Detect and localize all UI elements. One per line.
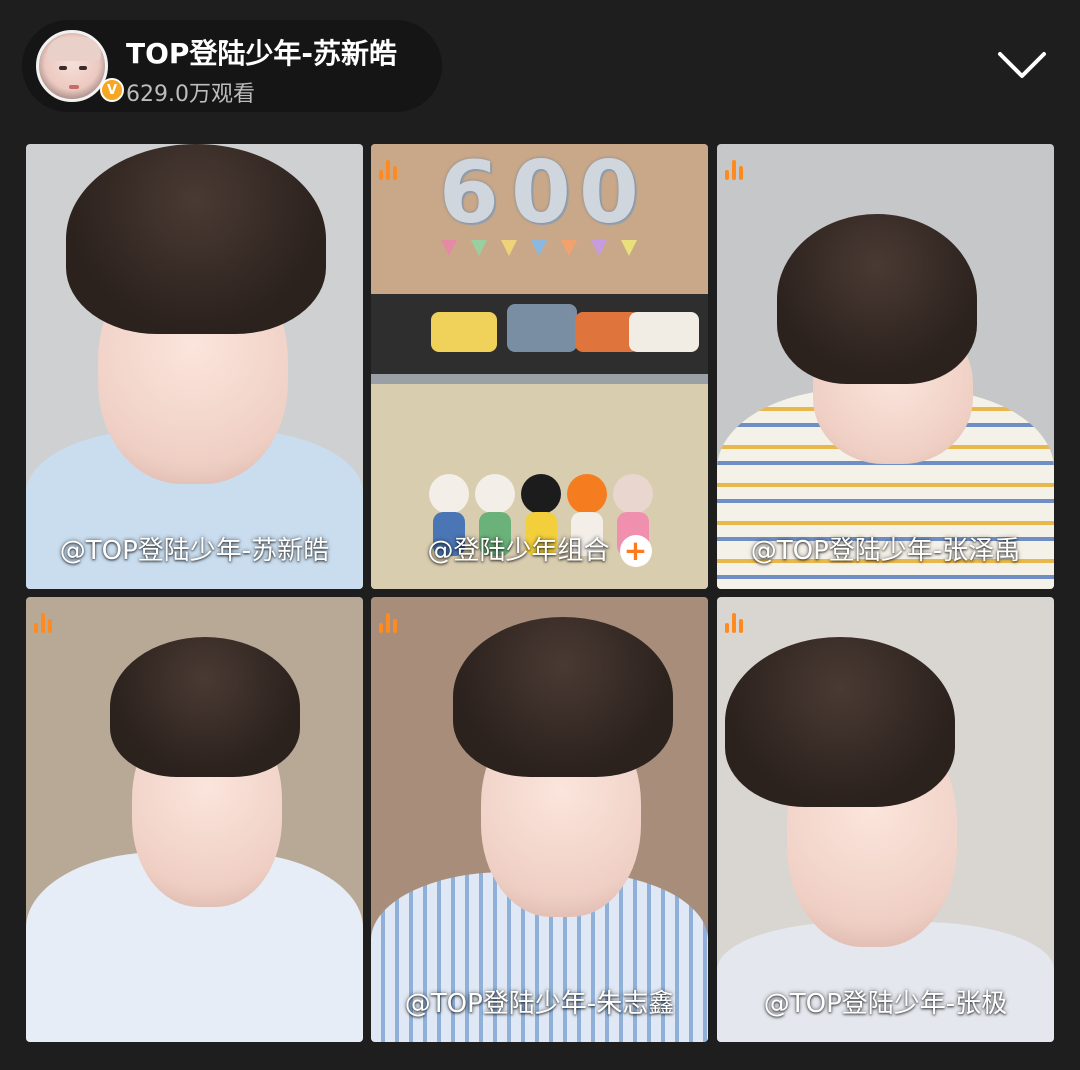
audio-level-icon xyxy=(723,611,749,633)
video-tile-4[interactable] xyxy=(26,597,363,1042)
video-tile-5[interactable]: @TOP登陆少年-朱志鑫 xyxy=(371,597,708,1042)
participant-video xyxy=(717,144,1054,589)
chevron-down-icon xyxy=(998,52,1046,78)
pillow xyxy=(431,312,497,352)
collapse-button[interactable] xyxy=(992,44,1052,88)
bunting-flag xyxy=(531,240,547,256)
tile-label[interactable]: @TOP登陆少年-苏新皓 xyxy=(26,530,363,567)
avatar-mouth xyxy=(69,85,79,89)
pillow xyxy=(507,304,577,352)
streamer-name[interactable]: TOP登陆少年-苏新皓 xyxy=(126,32,397,72)
tile-label[interactable]: @TOP登陆少年-张泽禹 xyxy=(717,530,1054,567)
hair xyxy=(777,214,977,384)
pillow xyxy=(629,312,699,352)
audio-level-icon xyxy=(377,611,403,633)
participant-video xyxy=(371,597,708,1042)
bunting-flag xyxy=(591,240,607,256)
room-video: 6 0 0 xyxy=(371,144,708,589)
hair xyxy=(725,637,955,807)
hair xyxy=(453,617,673,777)
bunting-flag xyxy=(561,240,577,256)
audio-level-icon xyxy=(377,158,403,180)
participant-video xyxy=(26,144,363,589)
bunting-flag xyxy=(621,240,637,256)
hair xyxy=(110,637,300,777)
balloon-digit: 0 xyxy=(579,144,639,243)
live-header: V TOP登陆少年-苏新皓 629.0万观看 xyxy=(22,20,442,112)
video-tile-1[interactable]: @TOP登陆少年-苏新皓 xyxy=(26,144,363,589)
bunting-flag xyxy=(441,240,457,256)
bunting-flag xyxy=(501,240,517,256)
streamer-avatar[interactable] xyxy=(36,30,108,102)
audio-level-icon xyxy=(32,611,58,633)
doll-head xyxy=(521,474,561,514)
verified-icon: V xyxy=(100,78,124,102)
video-tile-2[interactable]: 6 0 0 @登陆少年组合 + xyxy=(371,144,708,589)
doll-head xyxy=(613,474,653,514)
balloon-digit: 0 xyxy=(511,144,571,243)
doll-head xyxy=(475,474,515,514)
doll-head xyxy=(567,474,607,514)
follow-button[interactable]: + xyxy=(619,535,652,567)
participant-video xyxy=(26,597,363,1042)
audio-level-icon xyxy=(723,158,749,180)
avatar-eye xyxy=(79,66,87,70)
bunting-flag xyxy=(471,240,487,256)
tile-label: @登陆少年组合 + xyxy=(371,530,708,567)
tile-label[interactable]: @TOP登陆少年-张极 xyxy=(717,983,1054,1020)
balloon-digit: 6 xyxy=(439,144,499,243)
hair xyxy=(66,144,326,334)
video-grid: @TOP登陆少年-苏新皓 6 0 0 @登陆少年组合 + @TOP登陆少年-张泽… xyxy=(26,144,1054,1042)
group-account-link[interactable]: @登陆少年组合 xyxy=(427,536,609,566)
avatar-hair xyxy=(47,37,101,61)
doll-head xyxy=(429,474,469,514)
video-tile-3[interactable]: @TOP登陆少年-张泽禹 xyxy=(717,144,1054,589)
participant-video xyxy=(717,597,1054,1042)
video-tile-6[interactable]: @TOP登陆少年-张极 xyxy=(717,597,1054,1042)
tile-label[interactable]: @TOP登陆少年-朱志鑫 xyxy=(371,983,708,1020)
avatar-eye xyxy=(59,66,67,70)
viewer-count: 629.0万观看 xyxy=(126,82,255,107)
